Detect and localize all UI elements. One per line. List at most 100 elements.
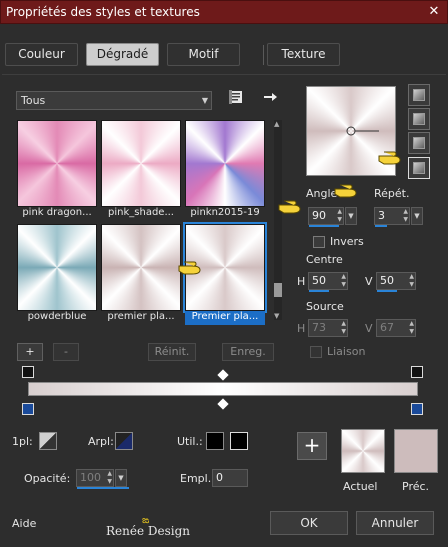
first-plane-label: 1pl: xyxy=(12,435,33,448)
repeat-dropdown-icon[interactable]: ▼ xyxy=(411,207,423,225)
opacity-slider-bar[interactable] xyxy=(77,487,129,489)
midpoint-bottom-marker[interactable] xyxy=(217,398,229,410)
location-value: 0 xyxy=(216,471,223,484)
close-icon[interactable]: ✕ xyxy=(425,3,443,21)
book-icon[interactable] xyxy=(228,89,244,105)
reset-button[interactable]: Réinit. xyxy=(148,343,196,361)
angle-dropdown-icon[interactable]: ▼ xyxy=(345,207,357,225)
center-v-label: V xyxy=(365,275,373,288)
spin-arrows-icon[interactable]: ▲ ▼ xyxy=(341,273,346,289)
opacity-dropdown-icon[interactable]: ▼ xyxy=(115,469,127,487)
cancel-button[interactable]: Annuler xyxy=(356,511,434,535)
gradient-thumb-1[interactable] xyxy=(17,120,97,207)
invert-checkbox[interactable] xyxy=(313,236,325,248)
watermark-logo: ఙ Renée Design xyxy=(106,515,191,538)
style-radial-button[interactable] xyxy=(408,157,430,179)
gradient-label-6: Premier pla... xyxy=(185,311,265,325)
add-gradient-button[interactable]: + xyxy=(17,343,43,361)
butterfly-icon: ఙ xyxy=(142,515,150,526)
tab-motif[interactable]: Motif xyxy=(167,43,240,66)
source-v-value: 67 xyxy=(380,321,394,334)
current-swatch[interactable] xyxy=(341,429,385,473)
angle-slider-bar[interactable] xyxy=(309,225,339,227)
style-rectangular-button[interactable] xyxy=(408,108,430,130)
chevron-down-icon: ▼ xyxy=(201,96,208,105)
gradient-thumb-3[interactable] xyxy=(185,120,265,207)
source-h-field[interactable]: 73 ▲ ▼ xyxy=(308,319,348,337)
sunburst-icon xyxy=(413,137,425,149)
color-stop-end-top[interactable] xyxy=(411,366,423,378)
tab-degrade[interactable]: Dégradé xyxy=(86,43,159,66)
gradient-editor-bar[interactable] xyxy=(28,382,418,396)
center-v-slider-bar[interactable] xyxy=(377,290,397,292)
ok-button[interactable]: OK xyxy=(270,511,348,535)
location-field[interactable]: 0 xyxy=(212,469,248,487)
tab-couleur[interactable]: Couleur xyxy=(5,43,78,66)
scroll-up-icon[interactable]: ▲ xyxy=(274,120,282,128)
previous-swatch[interactable] xyxy=(394,429,438,473)
help-link[interactable]: Aide xyxy=(12,517,36,530)
user-label: Util.: xyxy=(177,435,203,448)
pointer-hand-icon xyxy=(378,148,402,166)
gradient-label-5: premier pla... xyxy=(107,311,175,322)
center-label: Centre xyxy=(306,253,343,266)
category-dropdown[interactable]: Tous ▼ xyxy=(16,91,212,110)
spin-arrows-icon[interactable]: ▲ ▼ xyxy=(107,470,112,486)
source-h-label: H xyxy=(297,322,306,335)
gradient-label-1: pink dragon... xyxy=(22,207,92,218)
location-label: Empl.: xyxy=(180,472,215,485)
remove-gradient-button[interactable]: - xyxy=(53,343,79,361)
gradient-label-2: pink_shade... xyxy=(108,207,174,218)
color-stop-start-bottom[interactable] xyxy=(22,403,34,415)
spin-arrows-icon[interactable]: ▲ ▼ xyxy=(341,320,346,336)
spin-arrows-icon[interactable]: ▲ ▼ xyxy=(409,320,414,336)
source-v-label: V xyxy=(365,322,373,335)
style-linear-button[interactable] xyxy=(408,84,430,106)
user-color-black[interactable] xyxy=(206,432,224,450)
source-v-field[interactable]: 67 ▲ ▼ xyxy=(376,319,416,337)
tab-texture[interactable]: Texture xyxy=(267,43,340,66)
radial-icon xyxy=(413,162,425,174)
window-title: Propriétés des styles et textures xyxy=(6,5,200,19)
current-label: Actuel xyxy=(343,480,378,493)
background-plane-swatch[interactable] xyxy=(115,432,133,450)
opacity-field[interactable]: 100 ▲ ▼ ▼ xyxy=(76,469,129,489)
scroll-down-icon[interactable]: ▼ xyxy=(274,312,282,320)
arrow-right-icon[interactable] xyxy=(262,89,278,105)
spin-arrows-icon[interactable]: ▲ ▼ xyxy=(409,273,414,289)
first-plane-swatch[interactable] xyxy=(39,432,57,450)
angle-field[interactable]: 90 ▲ ▼ ▼ xyxy=(308,207,357,227)
gradient-thumb-4[interactable] xyxy=(17,224,97,311)
center-h-field[interactable]: 50 ▲ ▼ xyxy=(308,272,348,292)
user-color-selected[interactable] xyxy=(230,432,248,450)
center-v-field[interactable]: 50 ▲ ▼ xyxy=(376,272,416,292)
center-h-value: 50 xyxy=(312,274,326,287)
link-label: Liaison xyxy=(327,345,366,358)
repeat-slider-bar[interactable] xyxy=(375,225,387,227)
pointer-hand-icon xyxy=(276,197,304,215)
title-bar: Propriétés des styles et textures ✕ xyxy=(0,0,448,24)
gradient-thumb-5[interactable] xyxy=(101,224,181,311)
repeat-value: 3 xyxy=(378,209,385,222)
opacity-value: 100 xyxy=(80,471,101,484)
center-h-label: H xyxy=(297,275,306,288)
gradient-label-4: powderblue xyxy=(27,311,87,322)
center-h-slider-bar[interactable] xyxy=(309,290,329,292)
previous-label: Préc. xyxy=(402,480,430,493)
save-button[interactable]: Enreg. xyxy=(222,343,274,361)
color-stop-end-bottom[interactable] xyxy=(411,403,423,415)
link-checkbox[interactable] xyxy=(310,346,322,358)
pointer-hand-icon xyxy=(178,258,202,276)
spin-arrows-icon[interactable]: ▲ ▼ xyxy=(337,208,342,224)
category-dropdown-value: Tous xyxy=(21,94,46,107)
gradient-thumb-2[interactable] xyxy=(101,120,181,207)
add-swatch-button[interactable]: + xyxy=(297,432,327,460)
style-sunburst-button[interactable] xyxy=(408,132,430,154)
spin-arrows-icon[interactable]: ▲ ▼ xyxy=(403,208,408,224)
opacity-label: Opacité: xyxy=(24,472,71,485)
source-label: Source xyxy=(306,300,344,313)
scrollbar-thumb[interactable] xyxy=(274,283,282,297)
source-h-value: 73 xyxy=(312,321,326,334)
repeat-field[interactable]: 3 ▲ ▼ ▼ xyxy=(374,207,423,227)
color-stop-start-top[interactable] xyxy=(22,366,34,378)
